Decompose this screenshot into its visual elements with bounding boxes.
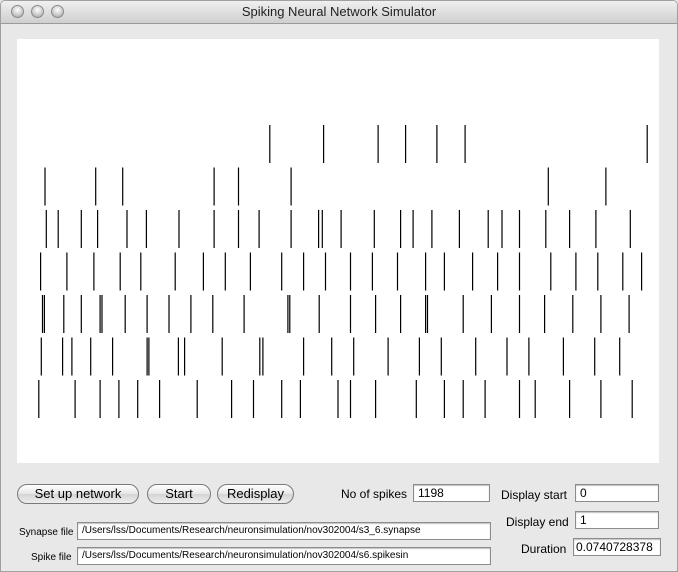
spike-raster-canvas [17, 39, 659, 463]
app-window: Spiking Neural Network Simulator Set up … [0, 0, 678, 572]
duration-field[interactable]: 0.0740728378 [573, 538, 661, 556]
spike-file-field[interactable]: /Users/lss/Documents/Research/neuronsimu… [77, 547, 491, 565]
display-end-label: Display end [506, 515, 569, 529]
start-button[interactable]: Start [147, 484, 211, 504]
spike-raster-plot [38, 125, 648, 418]
synapse-file-label: Synapse file [19, 527, 74, 538]
no-of-spikes-label: No of spikes [341, 487, 408, 501]
no-of-spikes-field[interactable]: 1198 [413, 484, 490, 502]
duration-label: Duration [521, 542, 567, 556]
display-start-field[interactable]: 0 [575, 484, 659, 502]
display-start-label: Display start [501, 488, 568, 502]
set-up-network-button[interactable]: Set up network [17, 484, 139, 504]
redisplay-button[interactable]: Redisplay [217, 484, 294, 504]
title-bar: Spiking Neural Network Simulator [1, 1, 677, 24]
spike-file-label: Spike file [31, 552, 72, 563]
display-end-field[interactable]: 1 [575, 511, 659, 529]
window-title: Spiking Neural Network Simulator [241, 4, 437, 19]
synapse-file-field[interactable]: /Users/lss/Documents/Research/neuronsimu… [77, 522, 491, 540]
